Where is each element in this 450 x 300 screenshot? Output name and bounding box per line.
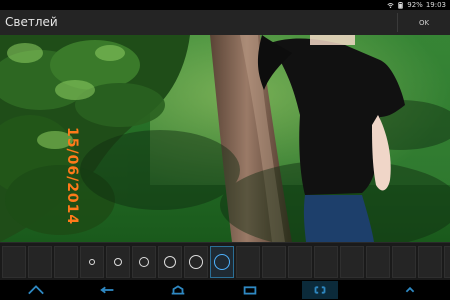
home-outline-button[interactable] xyxy=(160,281,196,299)
status-indicators: 92% 19:03 xyxy=(387,0,446,10)
filter-option[interactable] xyxy=(418,246,442,278)
filter-option[interactable] xyxy=(54,246,78,278)
radius-circle-icon xyxy=(214,254,230,270)
radius-circle-icon xyxy=(114,258,122,266)
radius-circle-icon xyxy=(89,259,95,265)
navigation-bar xyxy=(0,280,450,300)
filter-strip xyxy=(0,242,450,282)
battery-icon xyxy=(398,1,404,9)
filter-option[interactable] xyxy=(314,246,338,278)
filter-option[interactable] xyxy=(80,246,104,278)
radius-circle-icon xyxy=(139,257,149,267)
filter-option[interactable] xyxy=(28,246,52,278)
wifi-icon xyxy=(387,2,394,8)
filter-option-selected[interactable] xyxy=(210,246,234,278)
ok-button[interactable]: OK xyxy=(398,10,450,35)
recent-apps-button[interactable] xyxy=(232,281,268,299)
filter-option[interactable] xyxy=(2,246,26,278)
radius-circle-icon xyxy=(189,255,203,269)
date-stamp: 15/06/2014 xyxy=(64,127,80,226)
screenshot-button[interactable] xyxy=(302,281,338,299)
filter-option[interactable] xyxy=(366,246,390,278)
status-bar: 92% 19:03 xyxy=(0,0,450,10)
home-icon xyxy=(27,281,45,300)
home-outline-icon xyxy=(169,281,187,300)
filter-option[interactable] xyxy=(158,246,182,278)
battery-percentage: 92% xyxy=(407,1,423,9)
recent-apps-icon xyxy=(241,281,259,300)
page-title: Светлей xyxy=(5,15,58,29)
filter-option[interactable] xyxy=(236,246,260,278)
back-button[interactable] xyxy=(90,281,126,299)
menu-up-button[interactable] xyxy=(392,281,428,299)
filter-option[interactable] xyxy=(444,246,450,278)
screenshot-icon xyxy=(311,281,329,300)
filter-option[interactable] xyxy=(392,246,416,278)
filter-option[interactable] xyxy=(106,246,130,278)
filter-option[interactable] xyxy=(288,246,312,278)
menu-up-icon xyxy=(401,281,419,300)
filter-option[interactable] xyxy=(340,246,364,278)
action-bar: Светлей OK xyxy=(0,10,450,36)
clock-time: 19:03 xyxy=(425,1,446,9)
home-button[interactable] xyxy=(18,281,54,299)
photo-preview: 15/06/2014 xyxy=(0,35,450,242)
back-icon xyxy=(99,281,117,300)
filter-option[interactable] xyxy=(132,246,156,278)
filter-option[interactable] xyxy=(262,246,286,278)
radius-circle-icon xyxy=(164,256,176,268)
filter-option[interactable] xyxy=(184,246,208,278)
